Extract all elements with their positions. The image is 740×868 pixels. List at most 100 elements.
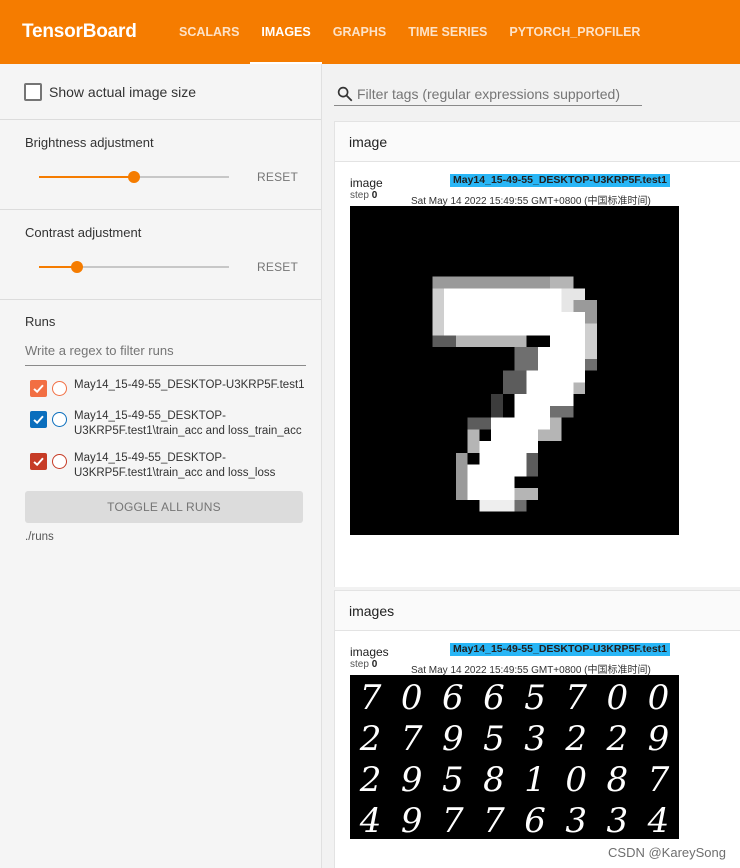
digit-thumbnail: 9 (401, 760, 423, 800)
contrast-reset-button[interactable]: RESET (257, 260, 298, 274)
checkmark-icon (33, 457, 44, 467)
run-radio[interactable] (52, 454, 67, 469)
nav-tabs: SCALARS IMAGES GRAPHS TIME SERIES PYTORC… (168, 0, 651, 64)
run-badge: May14_15-49-55_DESKTOP-U3KRP5F.test1 (450, 643, 670, 656)
digit-thumbnail: 7 (401, 719, 423, 759)
runs-filter-input[interactable]: Write a regex to filter runs (25, 335, 306, 366)
card-header: image (335, 122, 740, 162)
card-header: images (335, 591, 740, 631)
tab-images[interactable]: IMAGES (250, 0, 323, 64)
digit-thumbnail: 7 (648, 760, 670, 800)
run-item[interactable]: May14_15-49-55_DESKTOP-U3KRP5F.test1\tra… (25, 409, 321, 439)
digit-thumbnail: 2 (359, 719, 382, 759)
tab-graphs[interactable]: GRAPHS (322, 0, 397, 64)
run-checkbox[interactable] (30, 453, 47, 470)
digit-thumbnail: 0 (606, 678, 628, 718)
step-label: step (350, 190, 369, 201)
step-label: step (350, 659, 369, 670)
digit-thumbnail: 4 (359, 801, 382, 839)
image-card: image image step 0 May14_15-49-55_DESKTO… (334, 121, 740, 587)
digit-thumbnail: 0 (565, 760, 587, 800)
digit-thumbnail: 6 (524, 801, 546, 839)
digit-thumbnail: 3 (524, 719, 546, 759)
contrast-slider[interactable] (39, 261, 229, 273)
digit-thumbnail: 8 (606, 760, 628, 800)
main-panel: Filter tags (regular expressions support… (322, 64, 740, 868)
image-grid[interactable]: 7 0 6 6 5 7 0 02 7 9 5 3 2 2 92 9 5 8 1 0 8 74 9 7 7 6 3 3 4 (350, 675, 679, 839)
run-radio[interactable] (52, 412, 67, 427)
digit-thumbnail: 5 (524, 678, 546, 718)
digit-thumbnail: 0 (401, 678, 423, 718)
contrast-section: Contrast adjustment RESET (0, 210, 321, 300)
checkmark-icon (33, 384, 44, 394)
digit-thumbnail: 9 (648, 719, 670, 759)
run-radio[interactable] (52, 381, 67, 396)
tab-pytorch-profiler[interactable]: PYTORCH_PROFILER (498, 0, 651, 64)
tag-filter[interactable]: Filter tags (regular expressions support… (334, 82, 642, 106)
image-step: step 0 (350, 190, 383, 201)
tab-scalars[interactable]: SCALARS (168, 0, 250, 64)
digit-thumbnail: 2 (605, 719, 628, 759)
digit-thumbnail: 7 (360, 678, 382, 718)
step-value: 0 (371, 190, 378, 201)
runs-title: Runs (25, 314, 56, 329)
digit-thumbnail: 7 (442, 801, 464, 839)
digit-thumbnail: 3 (606, 801, 628, 839)
digit-thumbnail: 6 (483, 678, 505, 718)
digit-thumbnail: 1 (524, 760, 546, 800)
app-title: TensorBoard (22, 21, 137, 42)
image-meta: image step 0 (350, 176, 383, 201)
image-timestamp: Sat May 14 2022 15:49:55 GMT+0800 (中国标准时… (411, 665, 651, 676)
run-checkbox[interactable] (30, 411, 47, 428)
digit-thumbnail: 2 (359, 760, 382, 800)
digit-image[interactable] (350, 206, 679, 535)
digit-thumbnail: 7 (483, 801, 505, 839)
watermark: CSDN @KareySong (608, 845, 726, 860)
slider-fill (39, 176, 134, 178)
digit-thumbnail: 7 (565, 678, 587, 718)
digit-thumbnail: 2 (564, 719, 587, 759)
image-meta: images step 0 (350, 645, 389, 670)
show-actual-size-checkbox[interactable] (24, 82, 42, 101)
top-app-bar: TensorBoard SCALARS IMAGES GRAPHS TIME S… (0, 0, 740, 64)
tag-filter-input[interactable]: Filter tags (regular expressions support… (357, 86, 620, 102)
brightness-reset-button[interactable]: RESET (257, 170, 298, 184)
step-value: 0 (371, 659, 378, 670)
tab-time-series[interactable]: TIME SERIES (397, 0, 498, 64)
digit-thumbnail: 3 (565, 801, 587, 839)
image-timestamp: Sat May 14 2022 15:49:55 GMT+0800 (中国标准时… (411, 196, 651, 207)
toggle-all-runs-button[interactable]: TOGGLE ALL RUNS (25, 491, 303, 523)
run-badge: May14_15-49-55_DESKTOP-U3KRP5F.test1 (450, 174, 670, 187)
digit-thumbnail: 4 (647, 801, 670, 839)
sidebar: Show actual image size Brightness adjust… (0, 64, 322, 868)
run-item[interactable]: May14_15-49-55_DESKTOP-U3KRP5F.test1 (25, 378, 321, 397)
digit-thumbnail: 5 (442, 760, 464, 800)
runs-section: Runs Write a regex to filter runs May14_… (0, 300, 321, 543)
brightness-slider[interactable] (39, 171, 229, 183)
digit-thumbnail: 9 (401, 801, 423, 839)
log-dir-label: ./runs (25, 531, 54, 543)
run-label: May14_15-49-55_DESKTOP-U3KRP5F.test1\tra… (74, 410, 302, 437)
search-icon (337, 86, 353, 101)
digit-thumbnail: 0 (648, 678, 670, 718)
digit-thumbnail: 5 (483, 719, 505, 759)
digit-thumbnail: 9 (442, 719, 464, 759)
run-label: May14_15-49-55_DESKTOP-U3KRP5F.test1 (74, 379, 305, 391)
image-step: step 0 (350, 659, 389, 670)
show-actual-size-option[interactable]: Show actual image size (0, 64, 321, 120)
run-label: May14_15-49-55_DESKTOP-U3KRP5F.test1\tra… (74, 452, 276, 479)
contrast-title: Contrast adjustment (25, 225, 142, 240)
checkmark-icon (33, 415, 44, 425)
brightness-title: Brightness adjustment (25, 135, 154, 150)
brightness-section: Brightness adjustment RESET (0, 120, 321, 210)
slider-thumb[interactable] (128, 171, 140, 183)
run-item[interactable]: May14_15-49-55_DESKTOP-U3KRP5F.test1\tra… (25, 451, 321, 481)
digit-thumbnail: 8 (483, 760, 505, 800)
digit-thumbnail: 6 (442, 678, 464, 718)
show-actual-size-label: Show actual image size (49, 83, 197, 100)
run-checkbox[interactable] (30, 380, 47, 397)
images-card: images images step 0 May14_15-49-55_DESK… (334, 590, 740, 868)
slider-thumb[interactable] (71, 261, 83, 273)
image-tag: image (350, 176, 383, 190)
image-tag: images (350, 645, 389, 659)
